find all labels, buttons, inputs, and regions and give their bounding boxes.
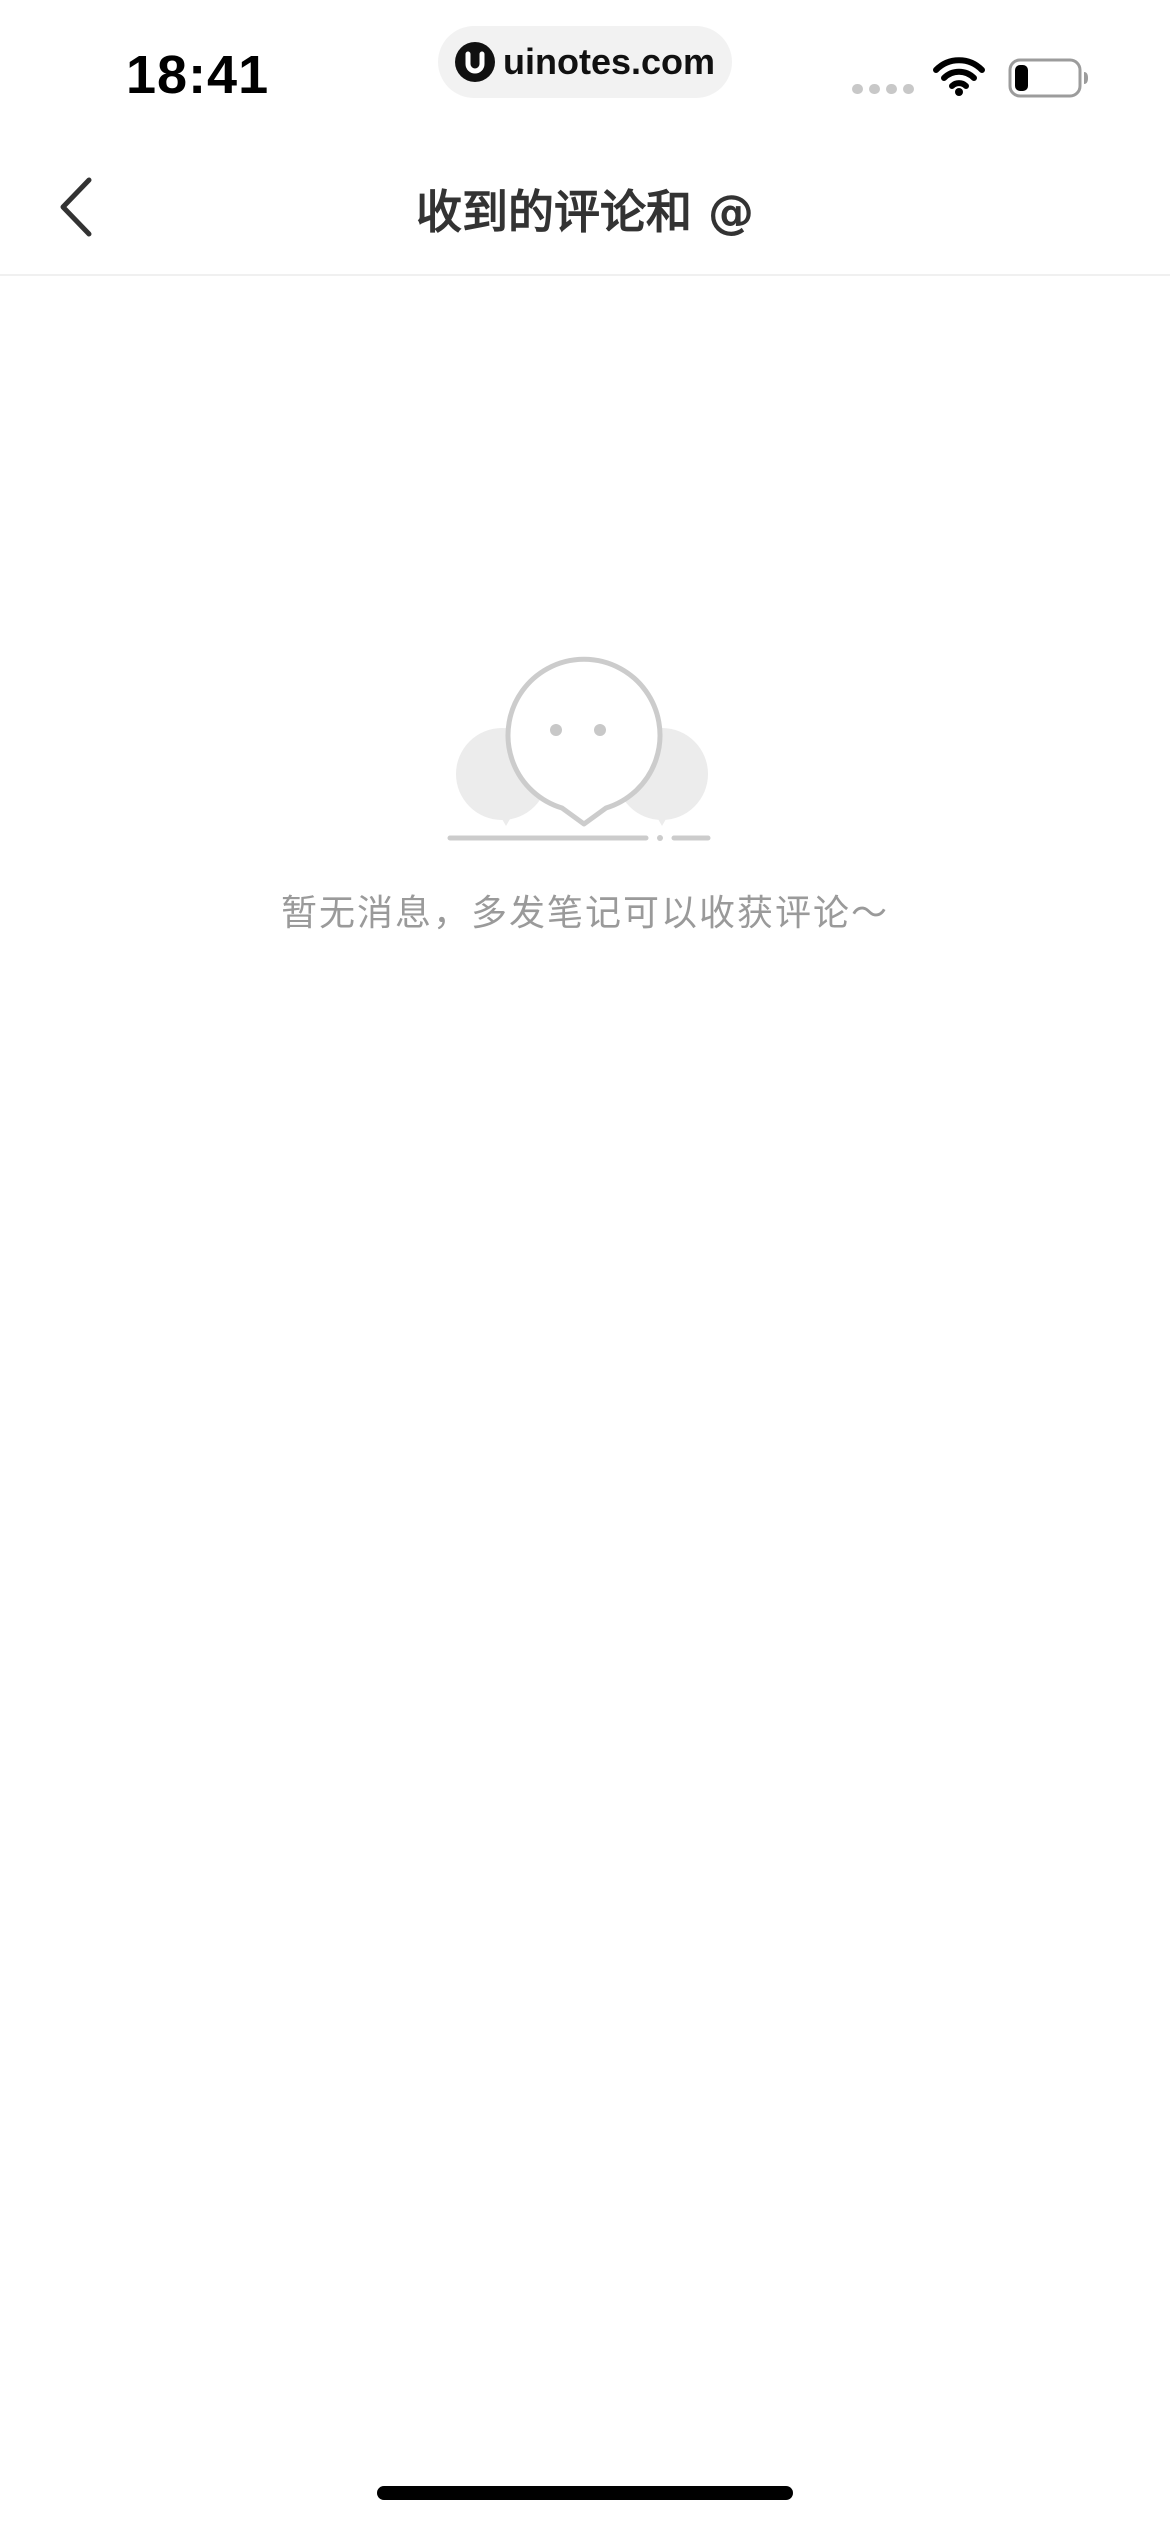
screen: 18:41 uinotes.com 收到的评论和 @ 暂无消息，多发笔记可以收获… xyxy=(0,0,1170,2532)
status-time: 18:41 xyxy=(126,45,270,105)
battery-icon xyxy=(1008,58,1090,102)
wifi-icon xyxy=(932,56,986,100)
status-bar: 18:41 uinotes.com xyxy=(0,0,1170,130)
cellular-signal-icon xyxy=(852,84,914,94)
chat-bubble-face-icon xyxy=(446,648,716,852)
home-indicator[interactable] xyxy=(377,2486,793,2500)
page-title: 收到的评论和 @ xyxy=(415,185,754,239)
nav-bar: 收到的评论和 @ xyxy=(0,140,1170,276)
empty-state-message: 暂无消息，多发笔记可以收获评论～ xyxy=(280,893,889,934)
url-pill[interactable]: uinotes.com xyxy=(438,26,732,98)
url-text: uinotes.com xyxy=(502,41,716,82)
site-logo-icon xyxy=(454,42,495,82)
